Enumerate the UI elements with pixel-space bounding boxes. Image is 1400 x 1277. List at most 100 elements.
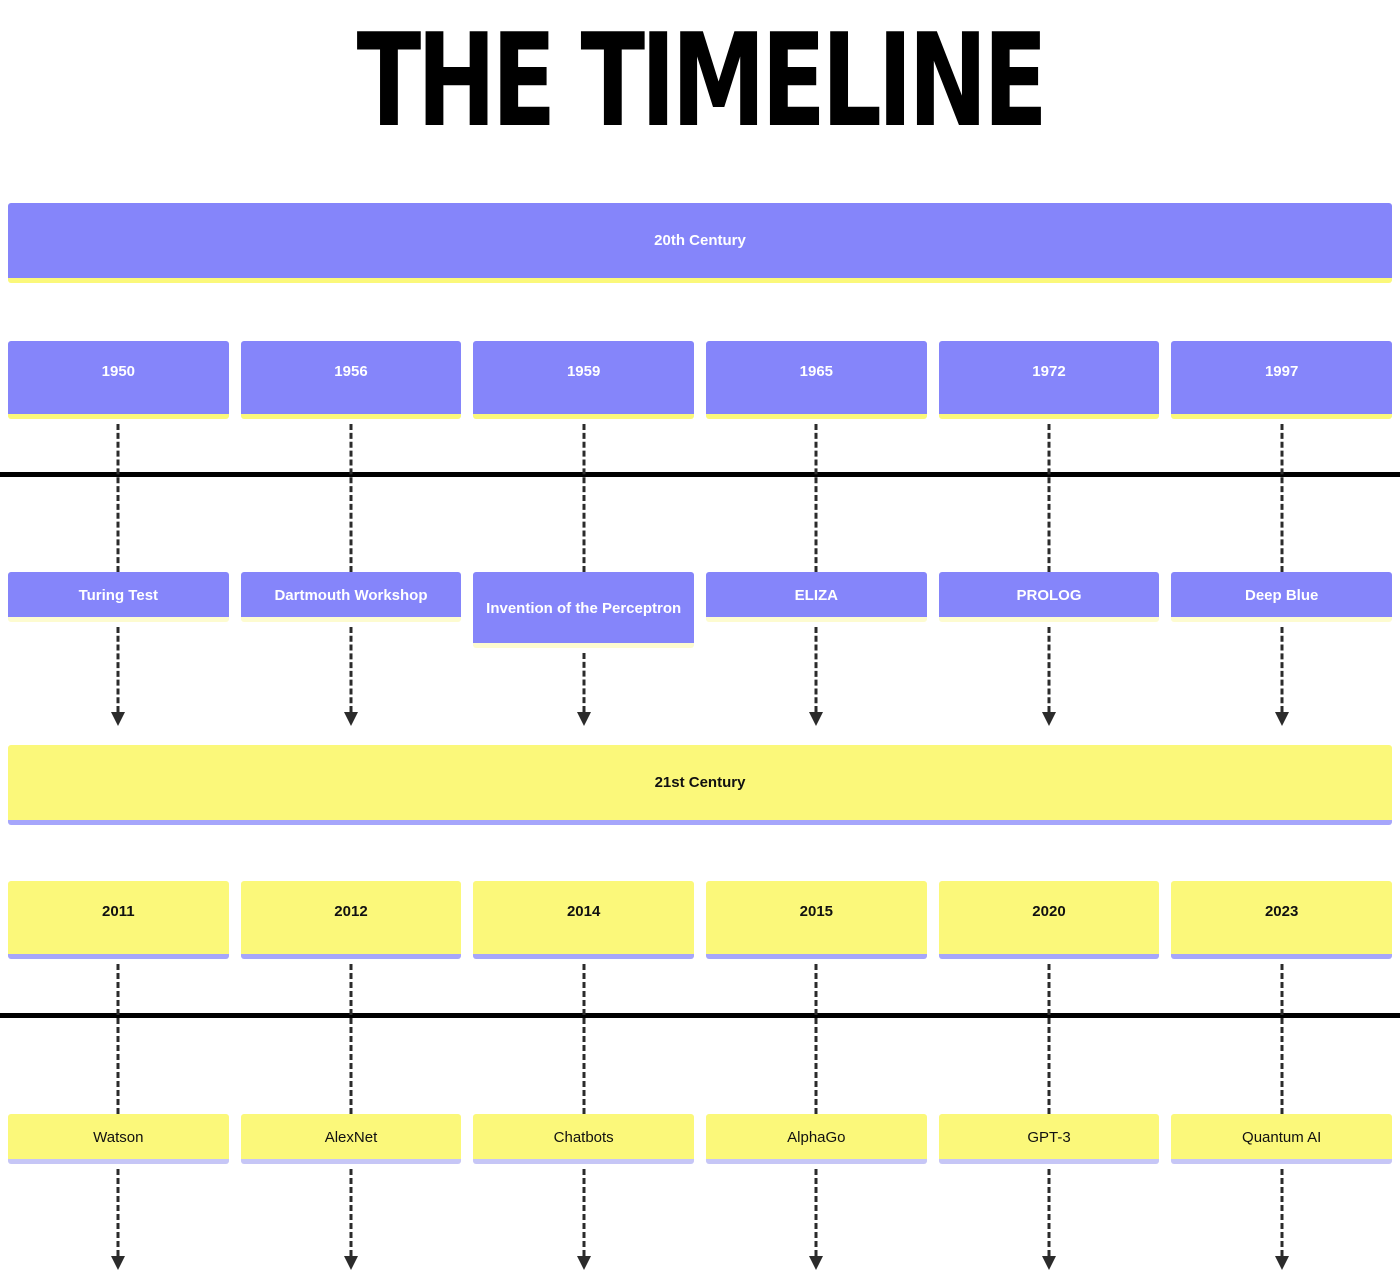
event-box-eliza[interactable]: ELIZA xyxy=(706,572,927,622)
year-box-1997[interactable]: 1997 xyxy=(1171,341,1392,419)
event-label: PROLOG xyxy=(1016,586,1082,604)
year-box-2015[interactable]: 2015 xyxy=(706,881,927,959)
connector-arrow-icon xyxy=(809,712,824,726)
connector-dashed-line xyxy=(116,964,120,1114)
event-cell: PROLOG xyxy=(938,572,1160,622)
event-row-21st: Watson AlexNet Chatbots AlphaGo GPT-3 Qu xyxy=(8,1114,1392,1164)
event-label: Chatbots xyxy=(553,1128,614,1146)
page-title: THE TIMELINE xyxy=(356,7,1048,156)
connector-dashed-line xyxy=(349,964,353,1114)
year-box-1959[interactable]: 1959 xyxy=(473,341,694,419)
connector-dashed-line xyxy=(1280,424,1284,572)
year-label: 1950 xyxy=(101,363,136,380)
connector-arrow-icon xyxy=(809,1256,824,1270)
connector-dashed-line xyxy=(1047,964,1051,1114)
event-box-prolog[interactable]: PROLOG xyxy=(938,572,1160,622)
year-cell: 2014 xyxy=(473,881,694,959)
century-banner-21st-label: 21st Century xyxy=(654,774,746,791)
year-cell: 1956 xyxy=(240,341,462,419)
year-cell: 2011 xyxy=(8,881,229,959)
event-label: Watson xyxy=(93,1128,144,1146)
connector-dashed-line xyxy=(582,964,586,1114)
event-box-watson[interactable]: Watson xyxy=(8,1114,229,1164)
century-banner-20th: 20th Century xyxy=(8,203,1392,283)
year-label: 1972 xyxy=(1032,363,1066,380)
connector-arrow-icon xyxy=(344,1256,358,1270)
event-cell: Dartmouth Workshop xyxy=(240,572,462,622)
century-banner-20th-label: 20th Century xyxy=(654,232,746,249)
connector-arrow-icon xyxy=(111,1256,126,1270)
year-box-1950[interactable]: 1950 xyxy=(8,341,229,419)
year-box-2023[interactable]: 2023 xyxy=(1171,881,1392,959)
connector-dashed-line xyxy=(582,424,586,572)
year-cell: 1972 xyxy=(938,341,1160,419)
event-row-20th: Turing Test Dartmouth Workshop Invention… xyxy=(8,572,1392,648)
year-label: 2015 xyxy=(799,903,834,920)
event-cell: ELIZA xyxy=(706,572,927,622)
year-cell: 1959 xyxy=(473,341,694,419)
separator-line-top xyxy=(0,472,1400,477)
event-cell: GPT-3 xyxy=(938,1114,1160,1164)
connector-dashed-line xyxy=(349,1169,353,1256)
year-box-2014[interactable]: 2014 xyxy=(473,881,694,959)
separator-line-bottom xyxy=(0,1013,1400,1018)
year-label: 2023 xyxy=(1264,903,1299,920)
connector-arrow-icon xyxy=(344,712,358,726)
event-box-deep-blue[interactable]: Deep Blue xyxy=(1171,572,1392,622)
connector-arrow-icon xyxy=(111,712,126,726)
year-label: 1959 xyxy=(566,363,601,380)
connector-dashed-line xyxy=(814,964,818,1114)
year-label: 2014 xyxy=(566,903,601,920)
event-label: Turing Test xyxy=(78,586,159,604)
event-label: Invention of the Perceptron xyxy=(486,599,682,617)
event-cell: AlexNet xyxy=(240,1114,462,1164)
year-box-1972[interactable]: 1972 xyxy=(938,341,1160,419)
event-label: ELIZA xyxy=(794,586,838,604)
year-cell: 1965 xyxy=(706,341,927,419)
year-box-1965[interactable]: 1965 xyxy=(706,341,927,419)
event-box-chatbots[interactable]: Chatbots xyxy=(473,1114,694,1164)
year-label: 1956 xyxy=(334,363,368,380)
connector-arrow-icon xyxy=(576,712,591,726)
event-cell: Invention of the Perceptron xyxy=(473,572,694,648)
year-box-2011[interactable]: 2011 xyxy=(8,881,229,959)
connector-arrow-icon xyxy=(1042,712,1056,726)
year-row-20th: 1950 1956 1959 1965 1972 1997 xyxy=(8,341,1392,419)
connector-dashed-line xyxy=(582,653,586,712)
year-cell: 1950 xyxy=(8,341,229,419)
event-box-turing-test[interactable]: Turing Test xyxy=(8,572,229,622)
event-box-alphago[interactable]: AlphaGo xyxy=(706,1114,927,1164)
year-box-2012[interactable]: 2012 xyxy=(240,881,462,959)
event-label: Deep Blue xyxy=(1244,586,1319,604)
connector-dashed-line xyxy=(582,1169,586,1256)
event-cell: Turing Test xyxy=(8,572,229,622)
year-label: 2020 xyxy=(1032,903,1066,920)
event-box-alexnet[interactable]: AlexNet xyxy=(240,1114,462,1164)
event-box-gpt-3[interactable]: GPT-3 xyxy=(938,1114,1160,1164)
connector-dashed-line xyxy=(814,1169,818,1256)
connector-dashed-line xyxy=(814,424,818,572)
connector-arrow-icon xyxy=(1274,1256,1289,1270)
connector-arrow-icon xyxy=(1042,1256,1056,1270)
connector-dashed-line xyxy=(1047,424,1051,572)
event-label: Dartmouth Workshop xyxy=(274,586,428,604)
year-cell: 2023 xyxy=(1171,881,1392,959)
connector-dashed-line xyxy=(1280,964,1284,1114)
year-row-21st: 2011 2012 2014 2015 2020 2023 xyxy=(8,881,1392,959)
event-box-dartmouth-workshop[interactable]: Dartmouth Workshop xyxy=(240,572,462,622)
event-cell: Watson xyxy=(8,1114,229,1164)
event-cell: Quantum AI xyxy=(1171,1114,1392,1164)
connector-arrow-icon xyxy=(576,1256,591,1270)
event-box-invention-of-the-perceptron[interactable]: Invention of the Perceptron xyxy=(473,572,694,648)
year-label: 1997 xyxy=(1264,363,1299,380)
year-box-1956[interactable]: 1956 xyxy=(240,341,462,419)
event-box-quantum-ai[interactable]: Quantum AI xyxy=(1171,1114,1392,1164)
event-label: GPT-3 xyxy=(1027,1128,1071,1146)
event-label: AlphaGo xyxy=(787,1128,846,1146)
connector-arrow-icon xyxy=(1274,712,1289,726)
year-label: 2012 xyxy=(334,903,368,920)
year-cell: 2020 xyxy=(938,881,1160,959)
year-box-2020[interactable]: 2020 xyxy=(938,881,1160,959)
connector-dashed-line xyxy=(1047,1169,1051,1256)
connector-dashed-line xyxy=(349,424,353,572)
